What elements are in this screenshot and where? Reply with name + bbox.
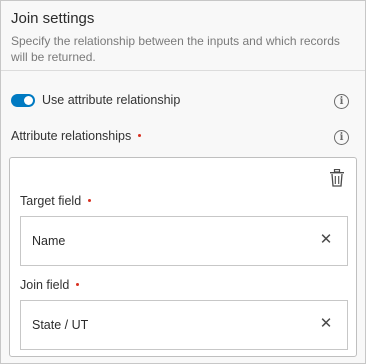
panel-title: Join settings [11,10,95,27]
use-attribute-relationship-toggle[interactable] [11,94,35,107]
panel-description: Specify the relationship between the inp… [11,34,340,64]
join-field-input[interactable]: State / UT ✕ [20,300,348,350]
join-field-label: Join field [20,278,80,292]
toggle-label: Use attribute relationship [42,93,181,107]
close-icon[interactable]: ✕ [319,232,333,247]
info-icon[interactable]: i [334,94,349,109]
required-indicator [88,199,92,203]
attribute-relationships-label-text: Attribute relationships [11,129,132,143]
relationship-card: Target field Name ✕ Join field State / U… [9,157,357,357]
target-field-value: Name [32,234,66,248]
toggle-knob [24,96,33,105]
required-indicator [76,283,80,287]
attribute-relationships-label: Attribute relationships [11,129,142,143]
divider [1,70,365,71]
close-icon[interactable]: ✕ [319,316,333,331]
info-icon[interactable]: i [334,130,349,145]
target-field-input[interactable]: Name ✕ [20,216,348,266]
join-settings-panel: Join settings Specify the relationship b… [0,0,366,364]
attribute-relationship-toggle-row: Use attribute relationship [11,92,351,110]
target-field-label-text: Target field [20,194,82,208]
join-field-label-text: Join field [20,278,70,292]
required-indicator [138,134,142,138]
join-field-value: State / UT [32,318,89,332]
trash-icon[interactable] [329,169,345,187]
target-field-label: Target field [20,194,92,208]
